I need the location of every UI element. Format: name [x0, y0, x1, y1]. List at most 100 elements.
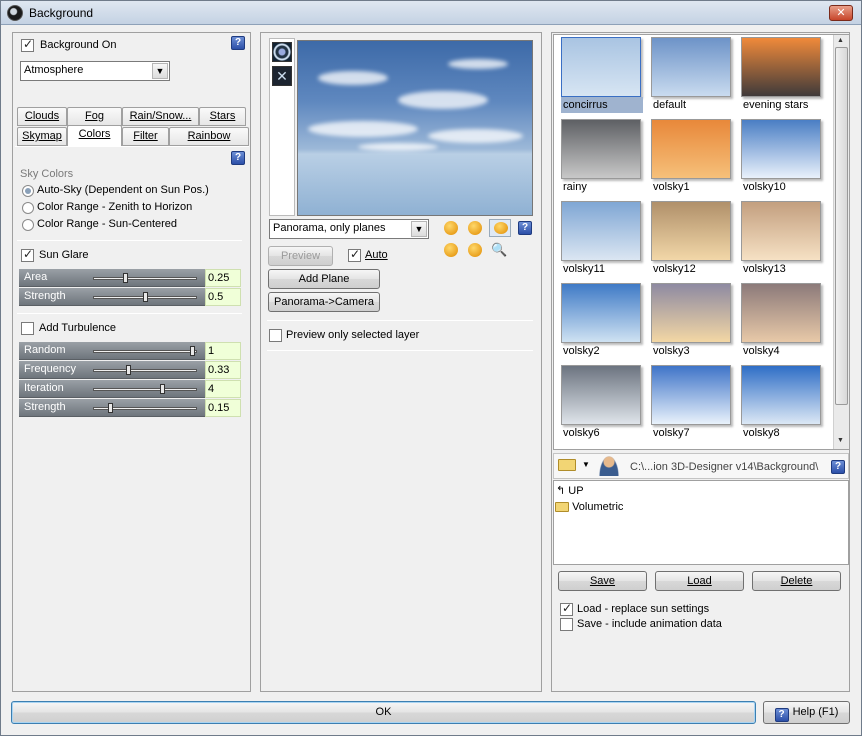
tab-rain-snow[interactable]: Rain/Snow...	[122, 107, 199, 126]
layer-star-icon[interactable]: ✕	[272, 66, 292, 86]
slider-thumb[interactable]	[123, 273, 128, 283]
preset-volsky8[interactable]: volsky8	[741, 365, 823, 441]
scroll-down-icon[interactable]: ▼	[837, 437, 844, 444]
preview-selected-layer-checkbox[interactable]	[269, 329, 282, 342]
background-on-checkbox[interactable]	[21, 37, 34, 52]
panorama-camera-button[interactable]: Panorama->Camera	[268, 292, 380, 312]
list-item[interactable]: Volumetric	[555, 501, 623, 513]
help-icon[interactable]: ?	[231, 36, 245, 50]
tab-stars[interactable]: Stars	[199, 107, 246, 126]
slider-value-field[interactable]: 0.5	[205, 288, 241, 306]
slider-value-field[interactable]: 1	[205, 342, 241, 360]
preset-name: volsky7	[653, 427, 690, 439]
save-button[interactable]: Save	[558, 571, 647, 591]
sky-sun-centered-radio[interactable]	[22, 219, 34, 231]
save-include-animation-checkbox[interactable]	[560, 618, 573, 631]
slider-thumb[interactable]	[108, 403, 113, 413]
preset-thumbnail-image	[741, 201, 821, 261]
help-button[interactable]: ? Help (F1)	[763, 701, 850, 724]
load-button[interactable]: Load	[655, 571, 744, 591]
chevron-down-icon[interactable]: ▼	[582, 460, 590, 469]
preset-rainy[interactable]: rainy	[561, 119, 643, 195]
sun-glare-checkbox[interactable]	[21, 247, 34, 262]
preset-name: evening stars	[743, 99, 809, 111]
slider-track[interactable]	[93, 350, 197, 353]
tab-rainbow[interactable]: Rainbow	[169, 127, 249, 146]
turbulence-slider-strength[interactable]: Strength 0.15	[19, 399, 241, 417]
preset-name: volsky13	[743, 263, 786, 275]
sun-position-icon[interactable]	[468, 221, 482, 235]
preset-default[interactable]: default	[651, 37, 733, 113]
preset-volsky6[interactable]: volsky6	[561, 365, 643, 441]
preset-volsky13[interactable]: volsky13	[741, 201, 823, 277]
tab-filter[interactable]: Filter	[122, 127, 169, 146]
slider-value-field[interactable]: 0.15	[205, 399, 241, 417]
preset-volsky10[interactable]: volsky10	[741, 119, 823, 195]
slider-value-field[interactable]: 0.33	[205, 361, 241, 379]
divider	[267, 320, 533, 321]
list-item[interactable]: ↰ UP	[556, 484, 584, 497]
user-icon[interactable]	[599, 456, 619, 476]
sun-glare-label: Sun Glare	[39, 249, 89, 261]
auto-checkbox[interactable]	[348, 247, 361, 262]
background-on-label: Background On	[40, 39, 117, 51]
slider-thumb[interactable]	[126, 365, 131, 375]
tab-skymap[interactable]: Skymap	[17, 127, 67, 146]
help-icon[interactable]: ?	[831, 460, 845, 474]
slider-thumb[interactable]	[160, 384, 165, 394]
sky-zenith-radio[interactable]	[22, 202, 34, 214]
load-replace-sun-checkbox[interactable]	[560, 601, 573, 616]
glare-slider-strength[interactable]: Strength 0.5	[19, 288, 241, 306]
scroll-up-icon[interactable]: ▲	[837, 37, 844, 44]
help-icon[interactable]: ?	[231, 151, 245, 165]
divider	[17, 240, 242, 241]
tab-colors[interactable]: Colors	[67, 125, 122, 147]
preset-concirrus[interactable]: concirrus	[561, 37, 643, 113]
slider-thumb[interactable]	[143, 292, 148, 302]
sun-position-icon[interactable]	[468, 243, 482, 257]
ok-button[interactable]: OK	[11, 701, 756, 724]
preset-volsky7[interactable]: volsky7	[651, 365, 733, 441]
add-plane-button[interactable]: Add Plane	[268, 269, 380, 289]
tab-clouds[interactable]: Clouds	[17, 107, 67, 126]
folder-icon	[555, 502, 569, 513]
slider-thumb[interactable]	[190, 346, 195, 356]
preset-name: volsky12	[653, 263, 696, 275]
scrollbar-thumb[interactable]	[835, 47, 848, 405]
slider-track[interactable]	[93, 388, 197, 391]
background-mode-select[interactable]: Atmosphere ▼	[20, 61, 170, 81]
file-list: ↰ UP Volumetric	[553, 480, 849, 565]
preset-name: volsky8	[743, 427, 780, 439]
preview-button[interactable]: Preview	[268, 246, 333, 266]
preset-volsky11[interactable]: volsky11	[561, 201, 643, 277]
slider-track[interactable]	[93, 369, 197, 372]
sun-position-icon[interactable]	[444, 221, 458, 235]
title-bar: Background ✕	[1, 1, 861, 25]
panorama-mode-select[interactable]: Panorama, only planes ▼	[269, 219, 429, 239]
gallery-scrollbar[interactable]: ▲ ▼	[833, 35, 849, 449]
slider-track[interactable]	[93, 277, 197, 280]
close-button[interactable]: ✕	[829, 5, 853, 21]
turbulence-slider-random[interactable]: Random 1	[19, 342, 241, 360]
zoom-icon[interactable]: 🔍	[491, 242, 507, 258]
add-turbulence-checkbox[interactable]	[21, 322, 34, 335]
preset-volsky1[interactable]: volsky1	[651, 119, 733, 195]
sun-position-icon[interactable]	[489, 219, 511, 237]
layer-sky-icon[interactable]	[272, 42, 292, 62]
open-folder-icon[interactable]	[558, 459, 578, 473]
preset-volsky2[interactable]: volsky2	[561, 283, 643, 359]
sun-position-icon[interactable]	[444, 243, 458, 257]
turbulence-slider-frequency[interactable]: Frequency 0.33	[19, 361, 241, 379]
preset-volsky3[interactable]: volsky3	[651, 283, 733, 359]
preset-evening-stars[interactable]: evening stars	[741, 37, 823, 113]
tab-fog[interactable]: Fog	[67, 107, 122, 126]
slider-value-field[interactable]: 0.25	[205, 269, 241, 287]
turbulence-slider-iteration[interactable]: Iteration 4	[19, 380, 241, 398]
delete-button[interactable]: Delete	[752, 571, 841, 591]
slider-value-field[interactable]: 4	[205, 380, 241, 398]
help-icon[interactable]: ?	[518, 221, 532, 235]
preset-volsky4[interactable]: volsky4	[741, 283, 823, 359]
preset-volsky12[interactable]: volsky12	[651, 201, 733, 277]
glare-slider-area[interactable]: Area 0.25	[19, 269, 241, 287]
sky-auto-radio[interactable]	[22, 185, 34, 197]
